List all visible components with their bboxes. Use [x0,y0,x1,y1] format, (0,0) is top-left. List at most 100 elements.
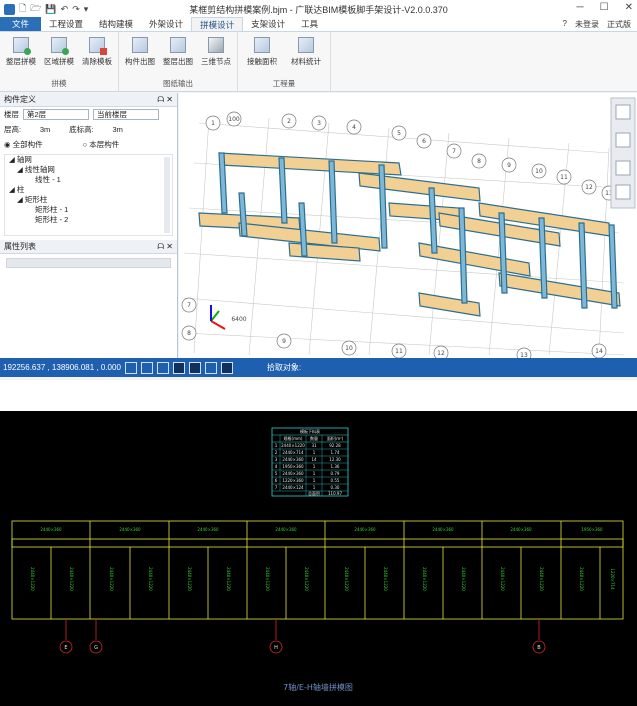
ribbon: 整层拼模 区域拼模 清除模板 拼模 构件出图 整层出图 三维节点 图纸输出 接触… [0,32,637,92]
base-elevation-label: 底标高: [69,125,94,134]
formwork-area-icon [51,37,69,55]
title-bar: 🗋 🗁 💾 ↶ ↷ ▾ 某框剪结构拼模案例.bjm - 广联达BIM模板脚手架设… [0,0,637,18]
table-cell: 6 [275,478,278,483]
tab-tools[interactable]: 工具 [293,17,326,31]
pick-object-label: 拾取对象: [266,363,302,372]
scope-select[interactable]: 当前楼层 [93,109,159,120]
tab-formwork-design[interactable]: 拼模设计 [191,17,244,31]
new-file-icon[interactable]: 🗋 [19,1,26,17]
base-elevation-value: 3m [112,125,123,134]
clear-formwork-icon [89,37,107,55]
edition-label[interactable]: 正式版 [607,19,631,30]
tab-support-design[interactable]: 支架设计 [243,17,293,31]
undo-icon[interactable]: ↶ [61,4,69,15]
clear-formwork-button[interactable]: 清除模板 [80,34,114,78]
axis-label-top: 9 [507,162,511,169]
height-row: 层高: 3m 底标高: 3m [0,122,177,137]
snap-icon[interactable] [172,361,185,374]
tree-item[interactable]: ◢ 轴网 [5,155,172,165]
tree-item[interactable]: 线性 - 1 [5,175,172,185]
vertical-panel-label: 2440×1220 [265,567,270,591]
tree-item[interactable]: ◢ 柱 [5,185,172,195]
group-label-formwork: 拼模 [51,79,67,88]
layer-icon[interactable] [220,361,233,374]
ortho-icon[interactable] [140,361,153,374]
tab-project-settings[interactable]: 工程设置 [41,17,91,31]
customize-toolbar-icon[interactable]: ▾ [84,4,89,15]
vertical-panel-label: 2440×1220 [539,567,544,591]
angle-icon[interactable] [156,361,169,374]
status-bar: 192256.637 , 138906.081 , 0.000 拾取对象: [0,358,637,377]
axis-label-bottom: 11 [395,348,403,355]
tree-item[interactable]: 矩形柱 - 1 [5,205,172,215]
maximize-button[interactable]: ☐ [600,2,609,13]
redo-icon[interactable]: ↷ [72,4,80,15]
floor-drawing-button[interactable]: 整层出图 [161,34,195,78]
panel-pin-close-icon[interactable]: ᗩ ✕ [157,95,173,105]
material-table: 模板下料表 规格(mm) 数量 面积(m²) 1 2440×1220 31 92… [271,427,349,497]
axis-circle-label: H [274,645,278,651]
axis-label-top: 4 [352,124,356,131]
radio-floor-components[interactable]: ○ 本层构件 [83,139,120,150]
close-button[interactable]: ✕ [625,2,633,13]
viewcube[interactable] [610,97,636,209]
material-stats-button[interactable]: 材料统计 [286,34,326,78]
panel-title: 构件定义 [4,95,36,104]
vertical-panel-label: 2440×1220 [69,567,74,591]
window-controls: ─ ☐ ✕ [577,2,633,13]
table-cell: 2 [275,450,278,455]
axis-circle-label: B [537,645,541,651]
polar-icon[interactable] [204,361,217,374]
grid-snap-icon[interactable] [124,361,137,374]
login-status[interactable]: 未登录 [575,19,599,30]
vertical-panel-label: 2440×1220 [109,567,114,591]
table-cell: 0.55 [331,478,340,483]
3d-viewport[interactable]: 1 100 2 3 4 5 6 7 8 9 10 11 12 13 7 8 9 … [179,93,637,358]
material-stats-icon [298,37,314,53]
floor-select[interactable]: 第2层 [23,109,89,120]
axis-label-bottom: 14 [595,348,603,355]
contact-area-button[interactable]: 接触面积 [242,34,282,78]
table-cell: 14 [311,457,317,462]
top-panel-label: 2440×360 [510,527,532,532]
table-cell: 2440×714 [282,450,304,455]
vertical-panel-label: 2440×1220 [461,567,466,591]
axis-label-bottom: 7 [187,302,191,309]
axis-label-bottom: 12 [437,350,445,357]
area-formwork-button[interactable]: 区域拼模 [42,34,76,78]
open-folder-icon[interactable]: 🗁 [30,1,41,17]
tree-item[interactable]: 矩形柱 - 2 [5,215,172,225]
properties-pin-close-icon[interactable]: ᗩ ✕ [157,242,173,252]
axis-label-bottom: 10 [345,345,353,352]
axis-circle-label: G [94,645,98,651]
account-area: ? 未登录 正式版 [563,19,631,30]
tree-item[interactable]: ◢ 线性轴网 [5,165,172,175]
top-panel-label: 2440×360 [354,527,376,532]
3d-node-button[interactable]: 三维节点 [199,34,233,78]
axis-label-top: 12 [585,184,593,191]
vertical-panel-label: 2440×1220 [187,567,192,591]
help-icon[interactable]: ? [563,19,567,30]
table-cell: 0.30 [331,485,340,490]
radio-all-components[interactable]: ◉ 全部构件 [4,139,43,150]
left-panel: 构件定义 ᗩ ✕ 楼层 第2层 当前楼层 层高: 3m 底标高: 3m ◉ 全部… [0,93,178,358]
coordinate-axes-icon [210,305,226,330]
quick-access-toolbar: 🗋 🗁 💾 ↶ ↷ ▾ [0,1,88,17]
contact-area-icon [254,37,270,53]
dimension-text: 6400 [231,316,246,323]
tree-scrollbar[interactable] [164,157,170,233]
select-box-icon[interactable] [188,361,201,374]
minimize-button[interactable]: ─ [577,2,584,13]
full-floor-formwork-button[interactable]: 整层拼模 [4,34,38,78]
tab-structure-modeling[interactable]: 结构建模 [91,17,141,31]
floor-label: 楼层 [4,110,19,119]
tab-file[interactable]: 文件 [0,17,42,31]
component-tree: ◢ 轴网 ◢ 线性轴网 线性 - 1 ◢ 柱 ◢ 矩形柱 矩形柱 - 1 矩形柱… [4,154,173,236]
save-icon[interactable]: 💾 [45,4,56,15]
axis-label-top: 2 [287,118,291,125]
component-drawing-button[interactable]: 构件出图 [123,34,157,78]
tree-item[interactable]: ◢ 矩形柱 [5,195,172,205]
table-cell: 5 [275,471,278,476]
tab-scaffold-design[interactable]: 外架设计 [141,17,191,31]
table-total-value: 110.97 [328,491,342,496]
